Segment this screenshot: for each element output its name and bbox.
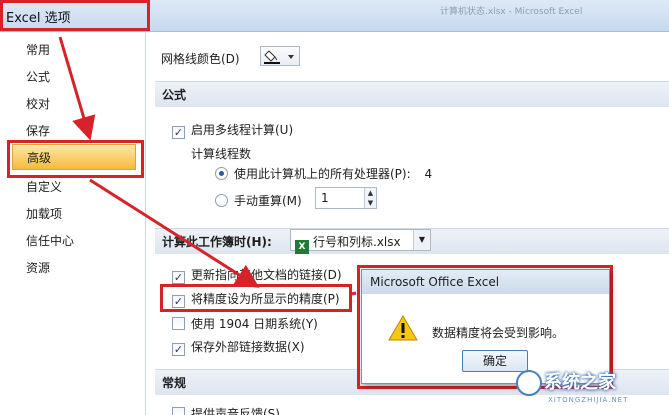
annotation-box-precision: [160, 284, 352, 312]
section-header-formulas: 公式: [155, 81, 669, 107]
watermark-subtext: XITONGZHIJIA.NET: [548, 396, 629, 404]
all-processors-option[interactable]: 使用此计算机上的所有处理器(P): 4: [215, 165, 432, 182]
sidebar-item-popular[interactable]: 常用: [26, 41, 50, 58]
all-processors-radio[interactable]: [215, 167, 228, 180]
manual-option[interactable]: 手动重算(M): [215, 192, 302, 209]
multithread-option[interactable]: ✓ 启用多线程计算(U): [172, 121, 293, 139]
update-links-label: 更新指向其他文档的链接(D): [191, 268, 342, 282]
manual-radio[interactable]: [215, 194, 228, 207]
annotation-box-title: [0, 0, 150, 31]
precision-warning-dialog: Microsoft Office Excel 数据精度将会受到影响。 确定: [361, 269, 610, 384]
sidebar-item-save[interactable]: 保存: [26, 122, 50, 139]
spinner-arrows-icon[interactable]: ▲ ▼: [364, 188, 376, 208]
watermark-logo-icon: [516, 370, 542, 396]
date-1904-label: 使用 1904 日期系统(Y): [191, 317, 318, 331]
date-1904-checkbox[interactable]: [172, 317, 185, 330]
sound-feedback-option[interactable]: 提供声音反馈(S): [172, 405, 280, 415]
update-links-checkbox[interactable]: ✓: [172, 271, 185, 284]
all-processors-label: 使用此计算机上的所有处理器(P):: [234, 167, 411, 181]
sidebar-item-formulas[interactable]: 公式: [26, 68, 50, 85]
gridline-color-button[interactable]: [260, 46, 300, 66]
processor-count: 4: [424, 167, 433, 181]
watermark-text: 系统之家: [544, 372, 616, 393]
sidebar-item-trust-center[interactable]: 信任中心: [26, 232, 74, 249]
sound-feedback-checkbox[interactable]: [172, 407, 185, 415]
multithread-checkbox[interactable]: ✓: [172, 126, 185, 139]
warning-icon: [388, 315, 418, 341]
annotation-box-advanced: [7, 140, 144, 178]
sidebar-item-proofing[interactable]: 校对: [26, 95, 50, 112]
sound-feedback-label: 提供声音反馈(S): [191, 407, 280, 415]
gridline-color-label: 网格线颜色(D): [161, 52, 240, 66]
options-sidebar: 常用 公式 校对 保存 高级 自定义 加载项 信任中心 资源: [0, 32, 146, 415]
paint-bucket-icon: [264, 50, 294, 64]
manual-threads-spinner[interactable]: 1 ▲ ▼: [315, 187, 377, 209]
sidebar-item-addins[interactable]: 加载项: [26, 205, 62, 222]
manual-threads-value: 1: [321, 191, 329, 205]
date-1904-option[interactable]: 使用 1904 日期系统(Y): [172, 315, 318, 332]
threads-label: 计算线程数: [191, 147, 252, 161]
workbook-select-value: 行号和列标.xlsx: [313, 235, 401, 249]
sidebar-item-resources[interactable]: 资源: [26, 259, 50, 276]
chevron-down-icon[interactable]: ▼: [413, 230, 430, 250]
multithread-label: 启用多线程计算(U): [191, 123, 294, 137]
workbook-calc-label: 计算此工作簿时(H):: [162, 235, 272, 249]
manual-label: 手动重算(M): [234, 194, 302, 208]
update-links-option[interactable]: ✓ 更新指向其他文档的链接(D): [172, 266, 342, 284]
background-window-title: 计算机状态.xlsx - Microsoft Excel: [440, 7, 583, 17]
watermark: 系统之家 XITONGZHIJIA.NET: [516, 368, 666, 412]
save-external-links-label: 保存外部链接数据(X): [191, 340, 305, 354]
save-external-links-checkbox[interactable]: ✓: [172, 343, 185, 356]
dialog-message: 数据精度将会受到影响。: [432, 326, 565, 340]
dialog-title: Microsoft Office Excel: [362, 270, 609, 294]
excel-file-icon: X: [295, 240, 309, 254]
chevron-down-icon: [288, 55, 294, 59]
save-external-links-option[interactable]: ✓ 保存外部链接数据(X): [172, 338, 305, 356]
sidebar-item-customize[interactable]: 自定义: [26, 178, 62, 195]
workbook-select[interactable]: X 行号和列标.xlsx ▼: [290, 229, 431, 254]
